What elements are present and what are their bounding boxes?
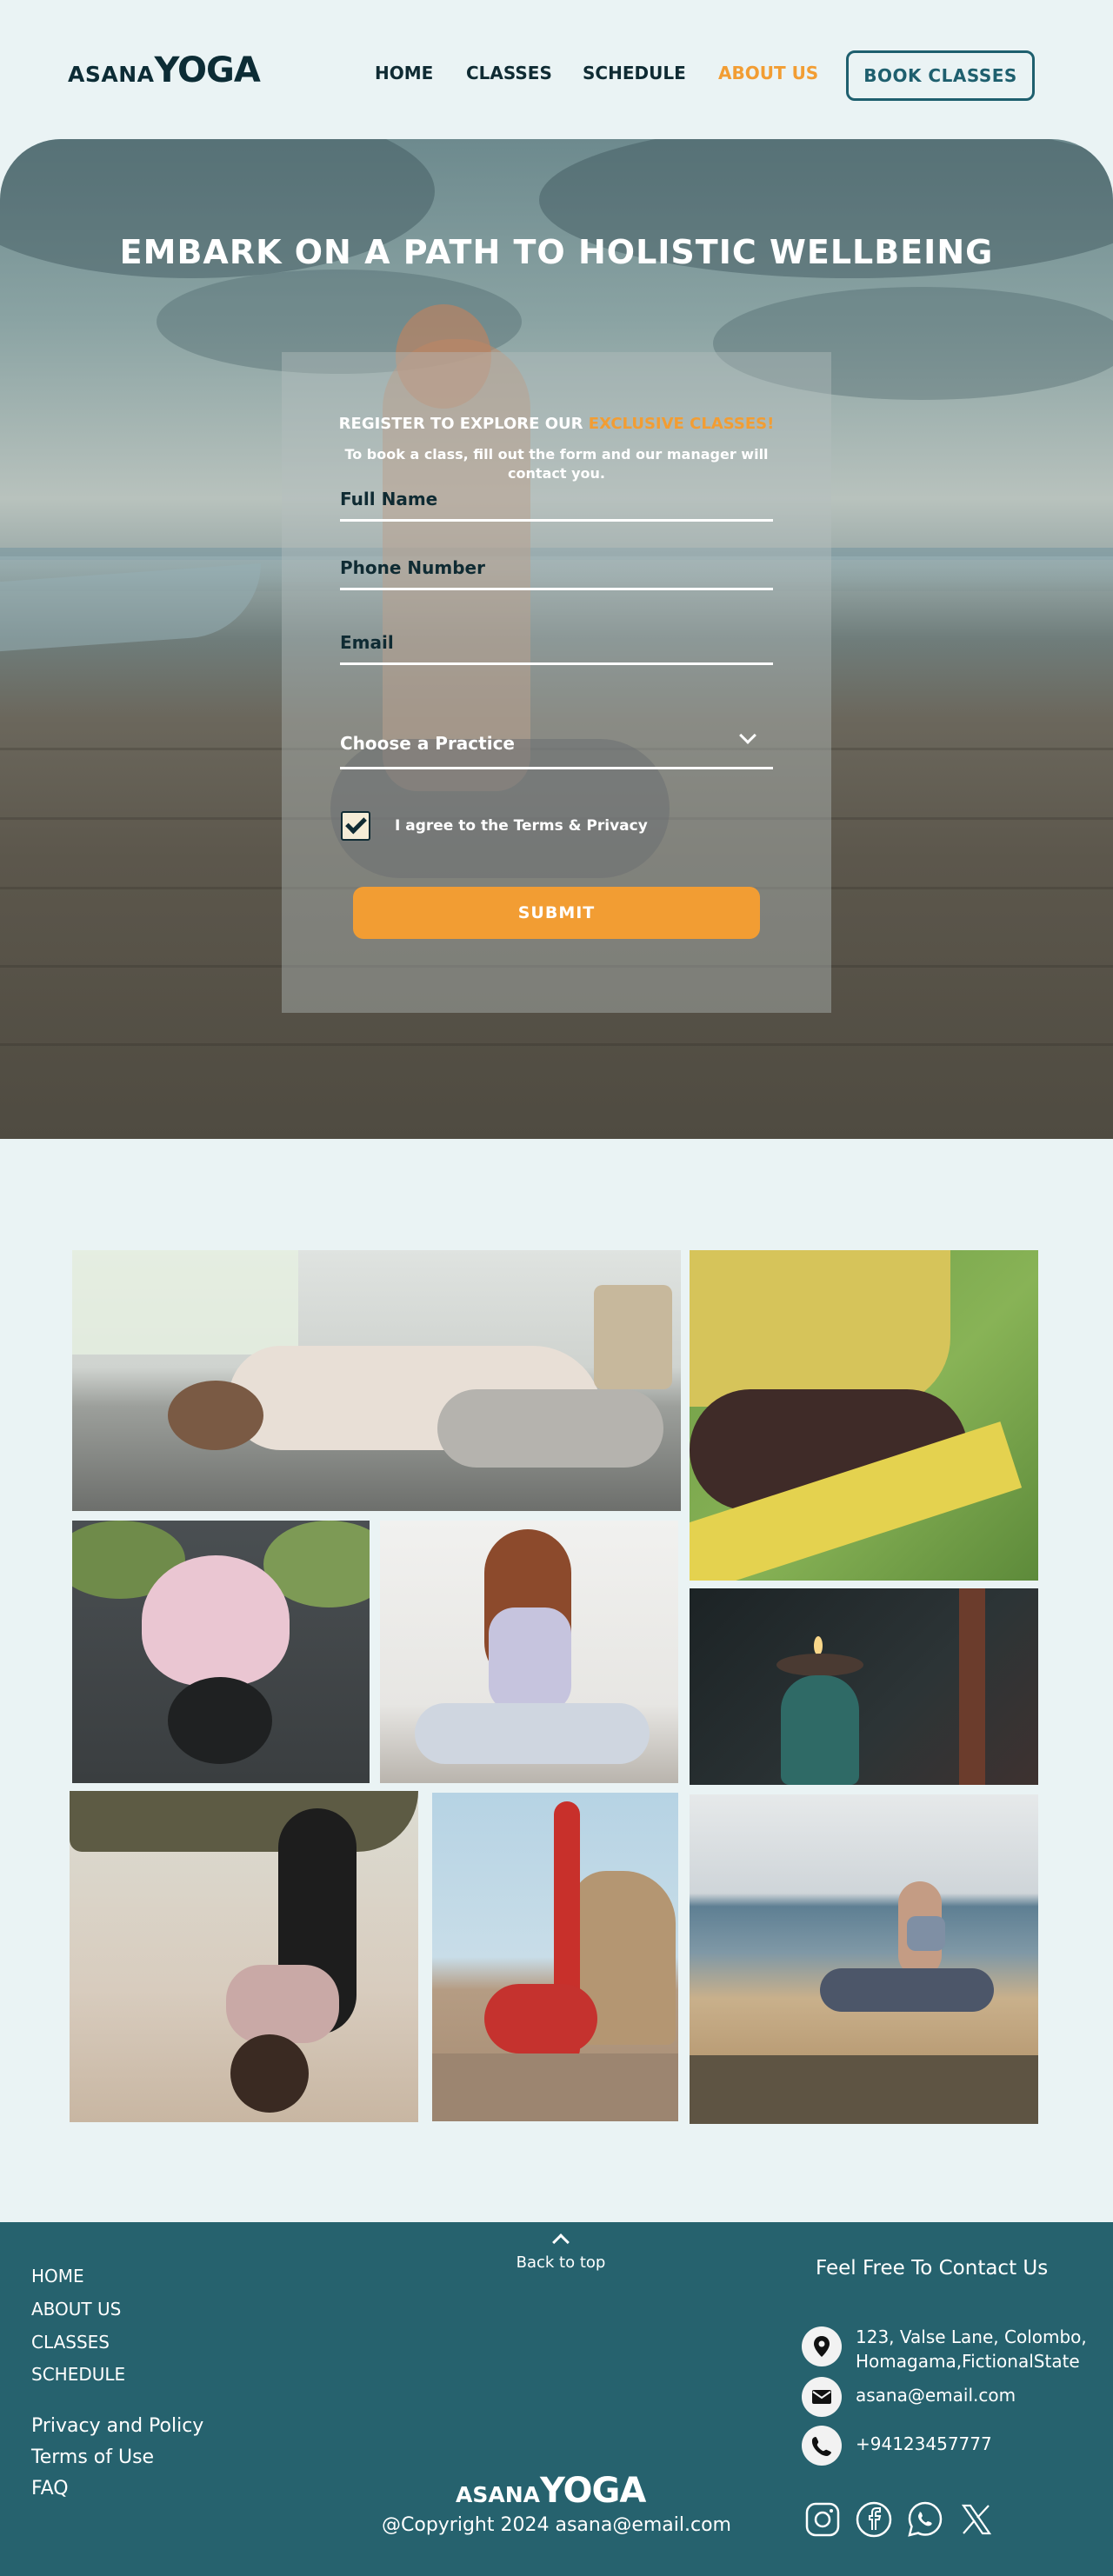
phone-link[interactable]: +94123457777: [856, 2432, 992, 2456]
footer-link-about[interactable]: ABOUT US: [31, 2299, 121, 2320]
gallery-image-beach-forward-bend: [70, 1791, 418, 2122]
lotus-reflection: [168, 1677, 272, 1764]
submit-button[interactable]: SUBMIT: [353, 887, 760, 939]
sports-bra: [907, 1916, 945, 1951]
chevron-up-icon: [552, 2233, 570, 2251]
gallery-image-meditating-woman: [380, 1521, 678, 1783]
footer-link-terms[interactable]: Terms of Use: [31, 2446, 154, 2468]
gallery-image-lotus: [72, 1521, 370, 1783]
plant-pot: [594, 1285, 672, 1389]
legs: [820, 1968, 994, 2012]
gallery-image-seated-meditation: [690, 1250, 1038, 1581]
logo-big-text: YOGA: [154, 50, 260, 90]
footer-link-schedule[interactable]: SCHEDULE: [31, 2364, 125, 2385]
nav-classes[interactable]: CLASSES: [466, 63, 552, 83]
nav-schedule[interactable]: SCHEDULE: [583, 63, 686, 83]
gallery-image-reclining-pose: [72, 1250, 681, 1511]
x-icon[interactable]: [956, 2500, 995, 2539]
ground-rocks: [432, 2053, 678, 2121]
checkmark-icon: [345, 812, 367, 835]
nav-about-us[interactable]: ABOUT US: [718, 63, 818, 83]
lower-body: [484, 1984, 597, 2053]
contact-title: Feel Free To Contact Us: [816, 2257, 1049, 2280]
phone-icon: [802, 2426, 842, 2466]
location-pin-icon: [802, 2326, 842, 2366]
email-field[interactable]: [340, 622, 773, 665]
hero-title: EMBARK ON A PATH TO HOLISTIC WELLBEING: [119, 233, 994, 271]
form-heading-prefix: REGISTER TO EXPLORE OUR: [338, 415, 589, 433]
instagram-icon[interactable]: [803, 2500, 842, 2539]
address-line-2: Homagama,FictionalState: [856, 2351, 1080, 2372]
full-name-field[interactable]: [340, 478, 773, 522]
tree-canopy: [70, 1791, 418, 1852]
agree-checkbox[interactable]: [341, 811, 370, 841]
tank-top: [489, 1608, 571, 1712]
wood-post: [959, 1588, 985, 1785]
nav-home[interactable]: HOME: [375, 63, 433, 83]
form-heading-accent: EXCLUSIVE CLASSES!: [588, 415, 775, 433]
registration-form: REGISTER TO EXPLORE OUR EXCLUSIVE CLASSE…: [282, 352, 831, 1013]
figure-head: [168, 1381, 263, 1450]
address-line-1: 123, Valse Lane, Colombo,: [856, 2326, 1087, 2347]
site-footer: HOME ABOUT US CLASSES SCHEDULE Privacy a…: [0, 2222, 1113, 2576]
brand-logo[interactable]: ASANAYOGA: [68, 50, 261, 90]
footer-link-faq[interactable]: FAQ: [31, 2478, 69, 2499]
lotus-petals: [142, 1555, 290, 1686]
gallery-image-beach-lunge: [690, 1794, 1038, 2124]
site-header: ASANAYOGA HOME CLASSES SCHEDULE ABOUT US…: [0, 0, 1113, 148]
lamp-top: [776, 1654, 863, 1676]
sand-ripple: [0, 1043, 1113, 1046]
head: [230, 2034, 309, 2113]
logo-small-text: ASANA: [68, 62, 155, 87]
back-to-top-label: Back to top: [516, 2253, 606, 2272]
footer-logo-small: ASANA: [456, 2482, 540, 2507]
form-heading: REGISTER TO EXPLORE OUR EXCLUSIVE CLASSE…: [282, 415, 831, 433]
chevron-down-icon: [739, 727, 756, 744]
practice-select-label: Choose a Practice: [340, 733, 515, 754]
footer-link-privacy[interactable]: Privacy and Policy: [31, 2415, 203, 2437]
gallery-image-rock-stretch: [432, 1793, 678, 2121]
email-link[interactable]: asana@email.com: [856, 2383, 1016, 2407]
top: [226, 1965, 339, 2043]
copyright-text: @Copyright 2024 asana@email.com: [382, 2514, 731, 2536]
footer-link-home[interactable]: HOME: [31, 2266, 84, 2286]
facebook-icon[interactable]: [855, 2500, 893, 2539]
footer-logo: ASANAYOGA: [456, 2471, 646, 2511]
lamp-body: [781, 1675, 859, 1785]
hero-section: EMBARK ON A PATH TO HOLISTIC WELLBEING R…: [0, 139, 1113, 1139]
yellow-sweater: [690, 1250, 950, 1407]
phone-number-field[interactable]: [340, 547, 773, 590]
mail-icon: [802, 2377, 842, 2417]
book-classes-button[interactable]: BOOK CLASSES: [846, 50, 1035, 101]
window-light: [72, 1250, 298, 1355]
practice-select[interactable]: Choose a Practice: [340, 717, 773, 769]
flame: [814, 1636, 823, 1655]
rock-ledge: [690, 2055, 1038, 2124]
gallery-image-candle-lamp: [690, 1588, 1038, 1785]
footer-link-classes[interactable]: CLASSES: [31, 2332, 110, 2353]
back-to-top[interactable]: Back to top: [513, 2231, 609, 2272]
whatsapp-icon[interactable]: [906, 2500, 944, 2539]
footer-logo-big: YOGA: [539, 2471, 646, 2511]
address-text: 123, Valse Lane, Colombo, Homagama,Ficti…: [856, 2325, 1087, 2373]
crossed-legs: [415, 1703, 650, 1764]
agree-label: I agree to the Terms & Privacy: [395, 817, 648, 835]
figure-legs: [437, 1389, 663, 1468]
